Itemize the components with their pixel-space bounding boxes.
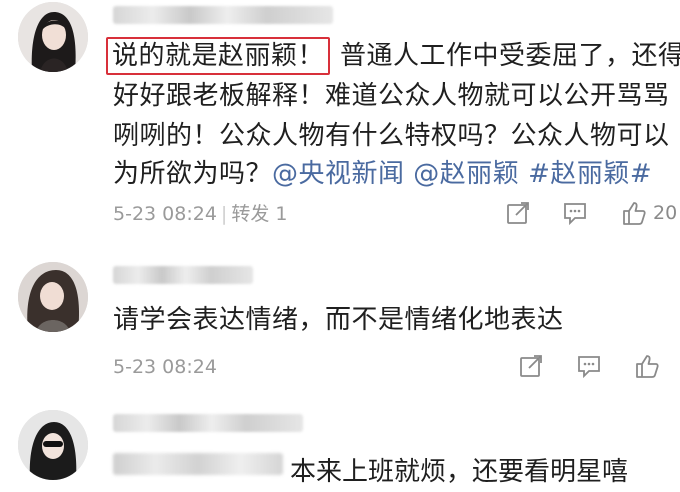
comment-meta: 5-23 08:24 | 转发 1 [113,203,288,225]
share-icon [507,202,529,224]
like-button[interactable]: 20 [621,200,677,226]
like-button[interactable] [634,353,660,379]
mention-link-zhaoliying[interactable]: @赵丽颖 [413,159,519,189]
comment-text-line-3: 咧咧的！公众人物有什么特权吗？公众人物可以 [113,121,670,151]
share-icon [520,355,542,377]
comment-button[interactable] [576,353,602,379]
comment-icon [578,356,600,379]
like-count: 20 [653,202,678,224]
blurred-username [113,414,303,432]
timestamp: 5-23 08:24 [113,203,217,225]
blurred-username [113,6,333,24]
repost-count[interactable]: 转发 1 [231,203,287,225]
comment-text-line-2: 好好跟老板解释！难道公众人物就可以公开骂骂 [113,81,670,111]
highlighted-phrase: 说的就是赵丽颖！ [106,37,331,75]
avatar[interactable] [18,262,88,332]
avatar-photo-icon [18,262,88,332]
mention-link-cctv[interactable]: @央视新闻 [272,159,405,189]
like-icon [623,202,646,225]
like-icon [636,355,659,378]
share-button[interactable] [505,200,531,226]
comment-text: 本来上班就烦，还要看明星嘻 [290,457,629,487]
blurred-text [113,453,283,475]
share-button[interactable] [518,353,544,379]
timestamp: 5-23 08:24 [113,356,217,378]
avatar-photo-icon [18,2,88,72]
comment-meta: 5-23 08:24 [113,355,217,379]
blurred-username [113,266,253,284]
comment-text: 请学会表达情绪，而不是情绪化地表达 [113,305,564,335]
avatar-photo-icon [18,410,88,480]
avatar[interactable] [18,410,88,480]
avatar[interactable] [18,2,88,72]
comment-icon [564,203,586,226]
hashtag-link[interactable]: #赵丽颖# [528,159,652,189]
comment-text: 说的就是赵丽颖！ 普通人工作中受委屈了，还得 [106,36,680,76]
comment-text-line-4: 为所欲为吗？@央视新闻 @赵丽颖 #赵丽颖# [113,159,653,189]
comment-button[interactable] [562,200,588,226]
